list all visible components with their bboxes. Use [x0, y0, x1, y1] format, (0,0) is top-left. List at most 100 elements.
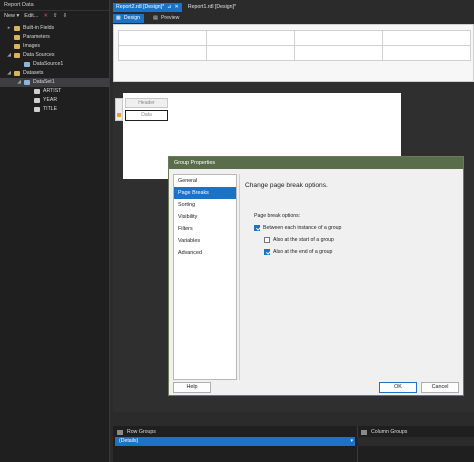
row-group-details[interactable]: (Details) ▾	[115, 437, 355, 446]
option-end-of-group[interactable]: Also at the end of a group	[264, 249, 332, 255]
tab-label: Report2.rdl [Design]*	[116, 4, 165, 10]
preview-icon: ▤	[153, 14, 158, 21]
folder-icon	[14, 44, 20, 49]
close-icon[interactable]: ✕	[175, 3, 179, 12]
edit-button[interactable]: Edit...	[24, 13, 38, 19]
nav-general[interactable]: General	[174, 175, 236, 187]
row-groups-icon	[117, 429, 123, 435]
tree-item-label: Parameters	[23, 34, 50, 40]
chevron-down-icon[interactable]: ◢	[6, 69, 12, 78]
row-group-label: (Details)	[119, 438, 139, 444]
tree-item-label: ARTIST	[43, 88, 62, 94]
document-tabs: Report2.rdl [Design]* ⊿ ✕ Report1.rdl [D…	[113, 3, 239, 12]
table-cell[interactable]	[206, 30, 295, 46]
tablix-data-cell[interactable]: Data	[125, 110, 168, 121]
checkbox-checked[interactable]	[254, 225, 260, 231]
folder-icon	[14, 53, 20, 58]
nav-sorting[interactable]: Sorting	[174, 199, 236, 211]
cancel-button[interactable]: Cancel	[421, 382, 459, 393]
tab-report2[interactable]: Report2.rdl [Design]* ⊿ ✕	[113, 3, 182, 12]
tree-item-datasource1[interactable]: DataSource1	[0, 60, 109, 69]
page-heading: Change page break options.	[245, 182, 328, 189]
checkbox-unchecked[interactable]	[264, 237, 270, 243]
tree-item-datasets[interactable]: ◢ Datasets	[0, 69, 109, 78]
folder-icon	[14, 71, 20, 76]
chevron-down-icon[interactable]: ▾	[350, 437, 353, 446]
tree-item-field-artist[interactable]: ARTIST	[0, 87, 109, 96]
report-data-panel: Report Data New ▾ Edit... ✕ ⇧ ⇩ ▸ Built-…	[0, 0, 110, 462]
header-table[interactable]	[118, 30, 471, 61]
table-cell[interactable]	[294, 30, 383, 46]
tree-item-label: DataSet1	[33, 79, 55, 85]
dialog-nav: General Page Breaks Sorting Visibility F…	[173, 174, 237, 380]
chevron-down-icon[interactable]: ◢	[6, 51, 12, 60]
datasource-icon	[24, 62, 30, 67]
group-marker-icon	[117, 113, 121, 117]
tab-report1[interactable]: Report1.rdl [Design]*	[185, 3, 239, 12]
table-cell[interactable]	[206, 45, 295, 61]
design-icon: ▦	[116, 14, 121, 21]
option-label: Also at the start of a group	[273, 237, 334, 243]
folder-icon	[14, 26, 20, 31]
move-down-icon[interactable]: ⇩	[63, 13, 68, 19]
nav-advanced[interactable]: Advanced	[174, 247, 236, 259]
dialog-title: Group Properties	[169, 157, 463, 169]
table-cell[interactable]	[118, 45, 207, 61]
table-cell[interactable]	[118, 30, 207, 46]
view-tabs: ▦ Design ▤ Preview	[113, 13, 183, 23]
tree-item-images[interactable]: Images	[0, 42, 109, 51]
tree-item-parameters[interactable]: Parameters	[0, 33, 109, 42]
tree-item-label: Datasets	[23, 70, 44, 76]
field-icon	[34, 107, 40, 112]
tree-item-field-year[interactable]: YEAR	[0, 96, 109, 105]
design-tab[interactable]: ▦ Design	[113, 13, 145, 23]
nav-filters[interactable]: Filters	[174, 223, 236, 235]
design-tab-label: Design	[123, 14, 141, 21]
report-header-surface[interactable]	[113, 24, 474, 82]
checkbox-checked[interactable]	[264, 249, 270, 255]
nav-visibility[interactable]: Visibility	[174, 211, 236, 223]
ok-button[interactable]: OK	[379, 382, 417, 393]
tablix-row-handle[interactable]	[115, 98, 123, 121]
field-icon	[34, 98, 40, 103]
tree-item-builtin-fields[interactable]: ▸ Built-in Fields	[0, 24, 109, 33]
tree-item-data-sources[interactable]: ◢ Data Sources	[0, 51, 109, 60]
pin-icon[interactable]: ⊿	[167, 3, 171, 12]
report-data-tree: ▸ Built-in Fields Parameters Images ◢ Da…	[0, 24, 109, 114]
option-start-of-group[interactable]: Also at the start of a group	[264, 237, 334, 243]
new-button[interactable]: New ▾	[4, 13, 19, 19]
tab-label: Report1.rdl [Design]*	[187, 4, 237, 10]
tree-item-label: YEAR	[43, 97, 58, 103]
nav-variables[interactable]: Variables	[174, 235, 236, 247]
dataset-icon	[24, 80, 30, 85]
option-between-instances[interactable]: Between each instance of a group	[254, 225, 341, 231]
chevron-right-icon[interactable]: ▸	[6, 24, 12, 33]
grouping-pane: Row Groups (Details) ▾ Column Groups	[113, 426, 474, 462]
tree-item-dataset1[interactable]: ◢ DataSet1	[0, 78, 109, 87]
column-groups-header: Column Groups	[361, 429, 407, 435]
tablix-header-cell[interactable]: Header	[125, 98, 168, 108]
tree-item-label: DataSource1	[33, 61, 64, 67]
folder-icon	[14, 35, 20, 40]
preview-tab[interactable]: ▤ Preview	[150, 14, 183, 23]
dialog-content: Change page break options. Page break op…	[239, 174, 461, 380]
move-up-icon[interactable]: ⇧	[53, 13, 58, 19]
dialog-footer: Help OK Cancel	[169, 379, 463, 396]
help-button[interactable]: Help	[173, 382, 211, 393]
tree-item-field-title[interactable]: TITLE	[0, 105, 109, 114]
option-label: Also at the end of a group	[273, 249, 333, 255]
table-cell[interactable]	[382, 45, 471, 61]
delete-icon[interactable]: ✕	[43, 13, 48, 19]
panel-title: Report Data	[0, 0, 109, 11]
table-cell[interactable]	[382, 30, 471, 46]
group-properties-dialog: Group Properties General Page Breaks Sor…	[168, 156, 464, 396]
tree-item-label: Images	[23, 43, 41, 49]
field-icon	[34, 89, 40, 94]
option-label: Between each instance of a group	[263, 225, 342, 231]
panel-toolbar: New ▾ Edit... ✕ ⇧ ⇩	[0, 11, 109, 21]
column-groups-area[interactable]	[357, 437, 474, 446]
tree-item-label: TITLE	[43, 106, 58, 112]
table-cell[interactable]	[294, 45, 383, 61]
chevron-down-icon[interactable]: ◢	[16, 78, 22, 87]
nav-page-breaks[interactable]: Page Breaks	[174, 187, 236, 199]
